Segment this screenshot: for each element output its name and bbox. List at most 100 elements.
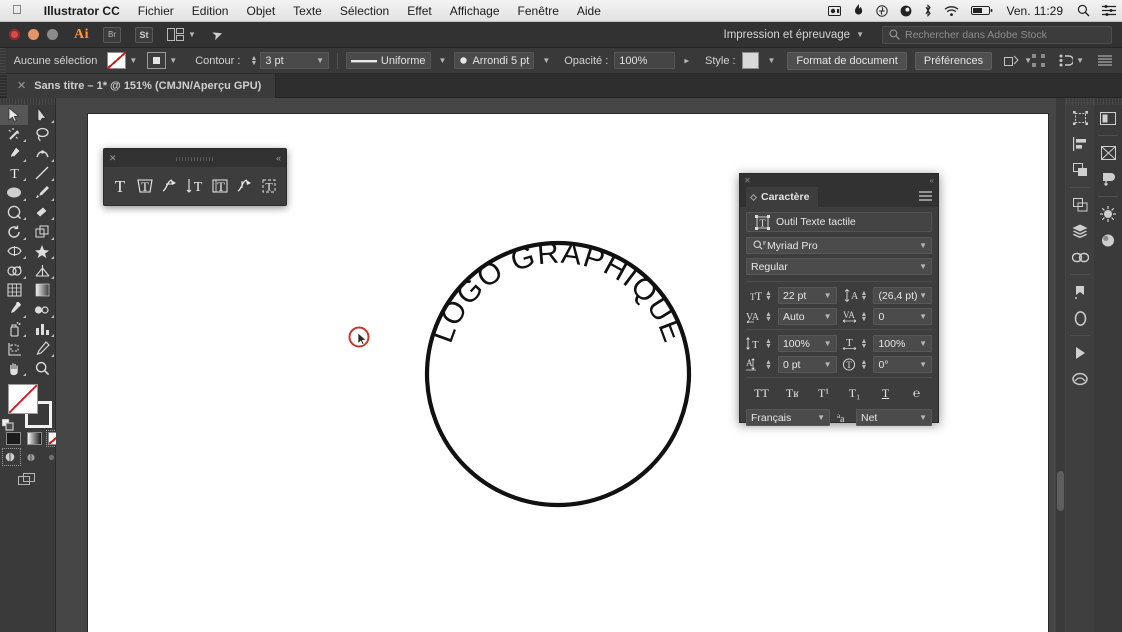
fill-color-box[interactable]: [8, 384, 38, 414]
battery-icon[interactable]: [965, 5, 999, 16]
actions-icon[interactable]: [1066, 340, 1094, 366]
screenshot-icon[interactable]: [822, 5, 847, 17]
direct-selection-tool[interactable]: [28, 105, 56, 125]
document-setup-button[interactable]: Format de document: [787, 51, 907, 70]
menu-selection[interactable]: Sélection: [331, 0, 398, 22]
menu-texte[interactable]: Texte: [284, 0, 331, 22]
chevron-down-icon[interactable]: ▼: [1076, 56, 1084, 65]
paintbrush-tool[interactable]: [28, 183, 56, 203]
superscript-icon[interactable]: T¹: [808, 386, 839, 401]
bridge-button[interactable]: Br: [103, 26, 121, 43]
leading-group[interactable]: A ▲ ▼ (26,4 pt) ▼: [842, 287, 932, 304]
font-size-field[interactable]: 22 pt ▼: [777, 287, 837, 304]
chevron-down-icon[interactable]: ▼: [824, 312, 832, 321]
column-graph-tool[interactable]: [28, 320, 56, 340]
character-rotation-group[interactable]: T ▲ ▼ 0° ▼: [842, 356, 932, 373]
pathfinder-icon[interactable]: [1066, 157, 1094, 183]
chevron-down-icon[interactable]: ▼: [919, 312, 927, 321]
vertical-scrollbar[interactable]: [1056, 98, 1065, 632]
collapse-icon[interactable]: «: [930, 176, 934, 185]
leading-field[interactable]: (26,4 pt) ▼: [873, 287, 932, 304]
layers-icon[interactable]: [1066, 218, 1094, 244]
vertical-type-on-path-tool[interactable]: [234, 175, 256, 197]
dropbox-icon[interactable]: [894, 5, 918, 17]
kerning-field[interactable]: Auto ▼: [777, 308, 837, 325]
small-caps-icon[interactable]: Tʁ: [777, 386, 808, 401]
kerning-stepper[interactable]: ▲ ▼: [765, 311, 772, 323]
dock-grip[interactable]: [1094, 98, 1122, 105]
type-tool[interactable]: T: [0, 164, 28, 184]
character-panel[interactable]: ✕ « Caractère T Outil Texte tactile Myri…: [739, 173, 939, 426]
chevron-down-icon[interactable]: ▼: [919, 339, 927, 348]
font-size-group[interactable]: TT ▲ ▼ 22 pt ▼: [746, 287, 837, 304]
dock-grip[interactable]: [1066, 98, 1094, 105]
font-style-field[interactable]: Regular ▼: [746, 258, 932, 275]
artboard-tool[interactable]: [0, 339, 28, 359]
chevron-down-icon[interactable]: ▼: [767, 56, 775, 65]
tracking-field[interactable]: 0 ▼: [873, 308, 932, 325]
chevron-down-icon[interactable]: ▼: [824, 291, 832, 300]
type-flyout-titlebar[interactable]: ✕ «: [104, 149, 286, 167]
control-center-icon[interactable]: [1096, 4, 1122, 17]
slice-tool[interactable]: [28, 339, 56, 359]
change-screen-mode-button[interactable]: [18, 472, 37, 491]
libraries-icon[interactable]: [1066, 279, 1094, 305]
document-tab[interactable]: ✕ Sans titre – 1* @ 151% (CMJN/Aperçu GP…: [7, 73, 277, 98]
tab-bar-grip[interactable]: [0, 73, 7, 98]
fill-swatch[interactable]: [107, 52, 127, 69]
leading-stepper[interactable]: ▲ ▼: [861, 290, 868, 302]
flame-icon[interactable]: [847, 4, 870, 17]
tracking-group[interactable]: VA ▲ ▼ 0 ▼: [842, 308, 932, 325]
hand-tool[interactable]: [0, 359, 28, 379]
stock-button[interactable]: St: [135, 26, 153, 43]
type-on-path-tool[interactable]: [159, 175, 181, 197]
vertical-scale-group[interactable]: T ▲ ▼ 100% ▼: [746, 335, 837, 352]
horizontal-scale-group[interactable]: T ▲ ▼ 100% ▼: [842, 335, 932, 352]
menu-app-name[interactable]: Illustrator CC: [35, 0, 129, 22]
close-window-button[interactable]: [9, 29, 20, 40]
kerning-group[interactable]: VA ▲ ▼ Auto ▼: [746, 308, 837, 325]
color-icon[interactable]: [1094, 105, 1122, 131]
stroke-swatch[interactable]: [147, 52, 167, 69]
selection-tool[interactable]: [0, 105, 28, 125]
transform-icon[interactable]: [1066, 192, 1094, 218]
minimize-window-button[interactable]: [28, 29, 39, 40]
subscript-icon[interactable]: T₁: [839, 386, 870, 401]
menu-aide[interactable]: Aide: [568, 0, 610, 22]
arrange-caret-icon[interactable]: ▼: [188, 30, 196, 39]
pen-tool[interactable]: [0, 144, 28, 164]
horizontal-scale-field[interactable]: 100% ▼: [873, 335, 932, 352]
close-icon[interactable]: ✕: [109, 153, 117, 164]
chevron-down-icon[interactable]: ▼: [919, 262, 927, 271]
character-rotation-field[interactable]: 0° ▼: [873, 356, 932, 373]
baseline-shift-field[interactable]: 0 pt ▼: [777, 356, 837, 373]
touch-type-tool[interactable]: T: [258, 175, 280, 197]
menu-edition[interactable]: Edition: [183, 0, 238, 22]
image-trace-icon[interactable]: [1066, 366, 1094, 392]
perspective-grid-tool[interactable]: [28, 261, 56, 281]
menu-effet[interactable]: Effet: [398, 0, 440, 22]
shield-icon[interactable]: [870, 4, 894, 17]
vertical-scale-stepper[interactable]: ▲ ▼: [765, 338, 772, 350]
artboards-icon[interactable]: [1066, 105, 1094, 131]
brush-definition-field[interactable]: Arrondi 5 pt: [454, 52, 535, 69]
type-tool[interactable]: T: [109, 175, 131, 197]
links-icon[interactable]: [1066, 244, 1094, 270]
vertical-area-type-tool[interactable]: T: [209, 175, 231, 197]
tracking-stepper[interactable]: ▲ ▼: [861, 311, 868, 323]
color-swatch-button[interactable]: [6, 432, 21, 445]
line-segment-tool[interactable]: [28, 164, 56, 184]
curvature-tool[interactable]: [28, 144, 56, 164]
align-icon[interactable]: [1066, 131, 1094, 157]
rotate-tool[interactable]: [0, 222, 28, 242]
horizontal-scale-stepper[interactable]: ▲ ▼: [861, 338, 868, 350]
control-bar-grip[interactable]: [0, 47, 6, 74]
chevron-down-icon[interactable]: ▼: [817, 413, 825, 422]
ellipse-tool[interactable]: [0, 183, 28, 203]
tab-caractere[interactable]: Caractère: [746, 187, 819, 207]
apple-icon[interactable]: : [0, 3, 35, 16]
chevron-right-icon[interactable]: ▼: [682, 57, 691, 65]
normal-screen-mode-button[interactable]: [2, 448, 21, 466]
chevron-down-icon[interactable]: ▼: [316, 56, 324, 65]
chevron-down-icon[interactable]: ▼: [169, 56, 177, 65]
